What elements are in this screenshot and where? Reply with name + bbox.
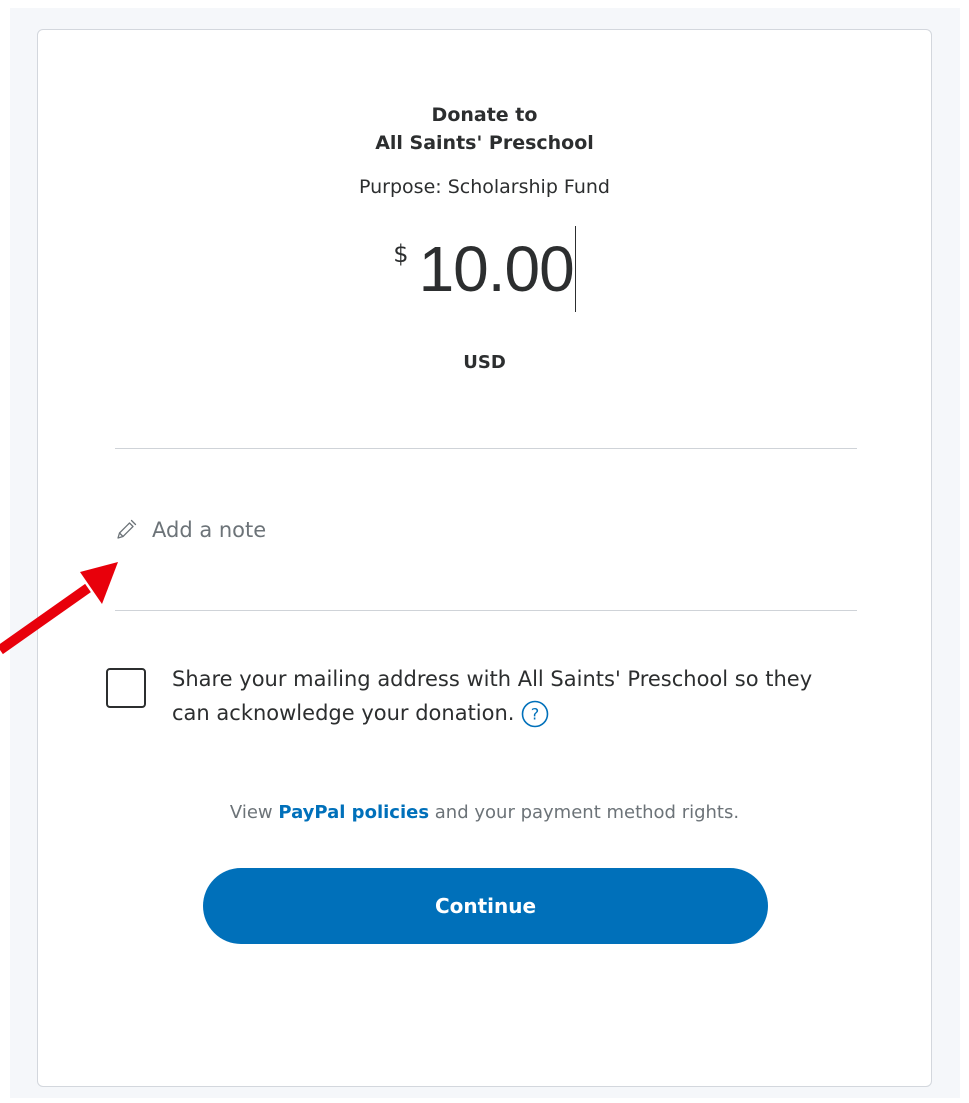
add-note-label: Add a note: [152, 518, 267, 542]
amount-value[interactable]: 10.00: [419, 226, 575, 312]
annotation-arrow-icon: [0, 562, 118, 655]
donation-purpose: Purpose: Scholarship Fund: [359, 176, 610, 198]
currency-symbol: $: [393, 240, 409, 268]
svg-text:?: ?: [531, 705, 540, 724]
organization-name: All Saints' Preschool: [375, 132, 594, 154]
divider: [115, 610, 857, 611]
share-address-checkbox[interactable]: [106, 668, 146, 708]
divider: [115, 448, 857, 449]
policy-notice: View PayPal policies and your payment me…: [38, 802, 931, 823]
donate-heading: Donate to: [431, 104, 538, 126]
policy-suffix: and your payment method rights.: [434, 802, 740, 823]
continue-button[interactable]: Continue: [203, 868, 768, 944]
question-circle-icon[interactable]: ?: [520, 699, 550, 729]
text-caret: [574, 226, 576, 312]
pencil-icon: [117, 519, 137, 539]
amount-input[interactable]: $10.00: [38, 226, 931, 312]
paypal-policies-link[interactable]: PayPal policies: [278, 802, 429, 823]
donation-card: Donate to All Saints' Preschool Purpose:…: [37, 29, 932, 1087]
policy-prefix: View: [229, 802, 273, 823]
add-note-field[interactable]: Add a note: [114, 518, 266, 542]
share-address-label: Share your mailing address with All Sain…: [172, 667, 813, 725]
currency-code: USD: [463, 352, 506, 373]
share-address-text: Share your mailing address with All Sain…: [172, 662, 832, 730]
